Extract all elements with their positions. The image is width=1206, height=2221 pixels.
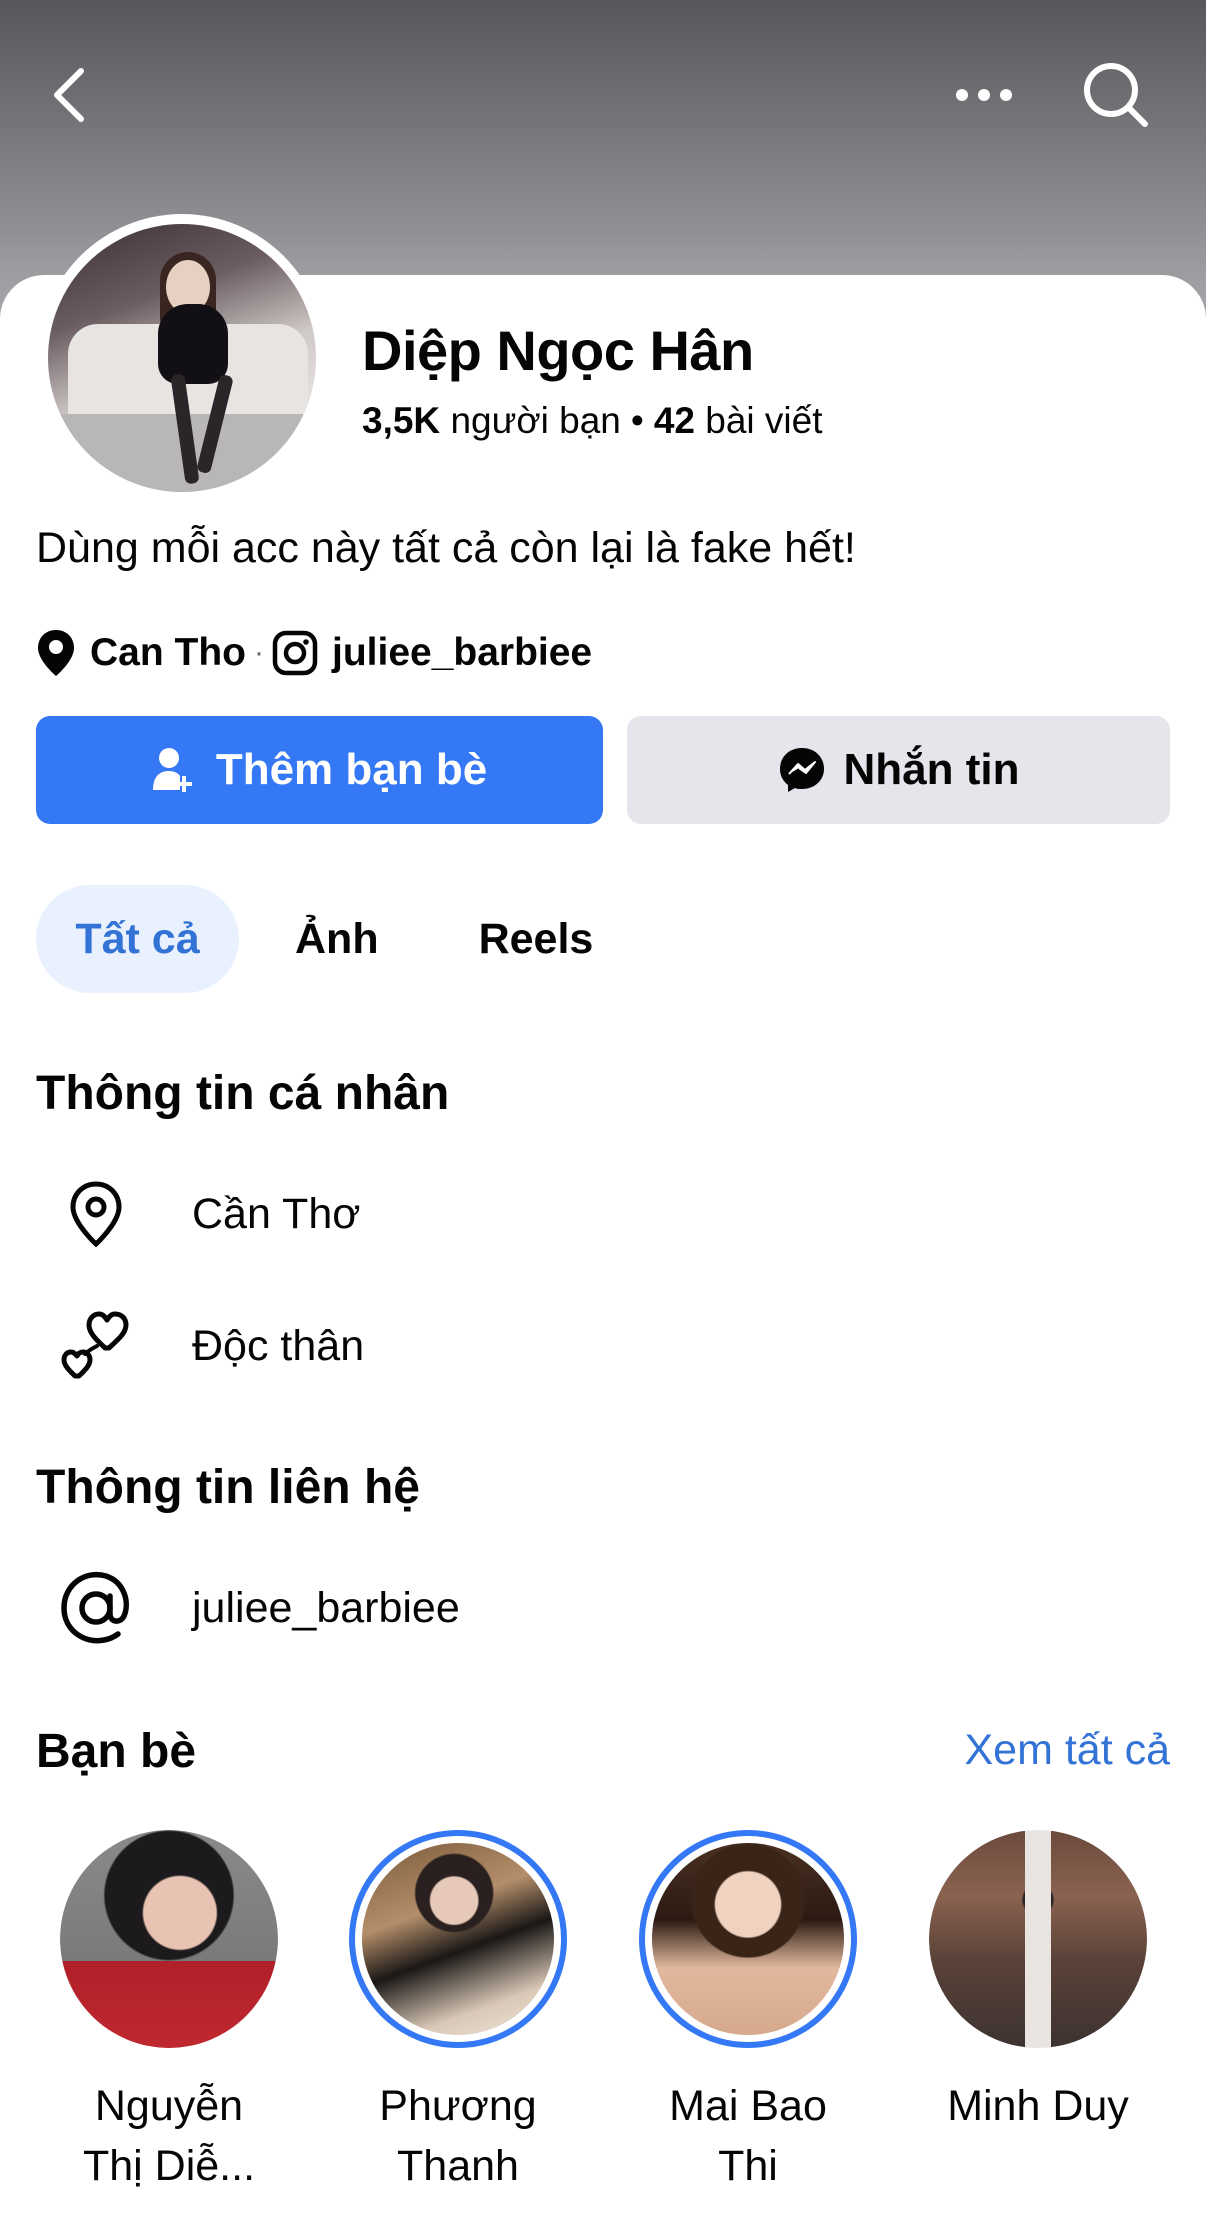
- more-dots-icon: [956, 89, 1012, 101]
- posts-count: 42: [653, 400, 695, 441]
- profile-stats: 3,5K người bạn • 42 bài viết: [362, 400, 823, 441]
- at-sign-icon: [61, 1571, 129, 1644]
- messenger-icon: [779, 748, 824, 792]
- profile-meta: Can Tho · juliee_barbiee: [36, 626, 592, 680]
- posts-label: bài viết: [705, 400, 823, 441]
- instagram-icon: [272, 630, 318, 676]
- profile-avatar[interactable]: [48, 224, 316, 492]
- location-text: Can Tho: [90, 631, 246, 674]
- profile-name: Diệp Ngọc Hân: [362, 319, 754, 382]
- hearts-icon: [61, 1311, 129, 1379]
- info-relationship-text: Độc thân: [192, 1321, 365, 1370]
- info-row-instagram[interactable]: juliee_barbiee: [36, 1568, 460, 1648]
- friend-avatar: [60, 1830, 278, 2048]
- friend-name: Nguyễn Thị Diễ...: [82, 2082, 256, 2190]
- tab-photos[interactable]: Ảnh: [295, 885, 379, 993]
- more-options-button[interactable]: [939, 50, 1029, 140]
- tab-reels[interactable]: Reels: [479, 885, 594, 993]
- info-location-text: Cần Thơ: [192, 1189, 361, 1238]
- add-friend-label: Thêm bạn bè: [215, 745, 488, 794]
- friend-item[interactable]: Mai Bao Thi: [628, 1830, 868, 2196]
- friend-item[interactable]: Nguyễn Thị Diễ...: [49, 1830, 289, 2196]
- search-icon: [1084, 63, 1148, 127]
- friend-name: Minh Duy: [947, 2082, 1129, 2130]
- message-button[interactable]: Nhắn tin: [627, 716, 1170, 824]
- tab-all[interactable]: Tất cả: [36, 885, 239, 993]
- instagram-handle[interactable]: juliee_barbiee: [332, 631, 592, 675]
- location-pin-icon: [70, 1181, 122, 1248]
- friend-name: Phương Thanh: [379, 2082, 537, 2190]
- friends-count[interactable]: 3,5K: [362, 400, 440, 441]
- add-friend-button[interactable]: Thêm bạn bè: [36, 716, 603, 824]
- friend-avatar-story: [349, 1830, 567, 2048]
- see-all-friends-link[interactable]: Xem tất cả: [964, 1726, 1170, 1775]
- add-person-icon: [152, 748, 192, 792]
- profile-tabs: Tất cả Ảnh Reels: [36, 885, 593, 993]
- friends-title: Bạn bè: [36, 1725, 197, 1778]
- location-pin-filled-icon: [38, 630, 74, 676]
- friend-avatar: [929, 1830, 1147, 2048]
- info-row-relationship[interactable]: Độc thân: [36, 1306, 364, 1386]
- contact-instagram-text: juliee_barbiee: [192, 1583, 460, 1632]
- friend-name: Mai Bao Thi: [669, 2082, 827, 2190]
- friend-item[interactable]: Phương Thanh: [338, 1830, 578, 2196]
- profile-bio: Dùng mỗi acc này tất cả còn lại là fake …: [36, 524, 856, 572]
- friend-avatar-story: [639, 1830, 857, 2048]
- message-label: Nhắn tin: [843, 745, 1020, 794]
- personal-info-title: Thông tin cá nhân: [36, 1067, 450, 1120]
- back-arrow-icon: [54, 68, 84, 122]
- search-button[interactable]: [1071, 50, 1161, 140]
- friends-label[interactable]: người bạn: [450, 400, 620, 441]
- info-row-location[interactable]: Cần Thơ: [36, 1174, 360, 1254]
- back-button[interactable]: [24, 50, 114, 140]
- contact-info-title: Thông tin liên hệ: [36, 1461, 420, 1514]
- friend-item[interactable]: Minh Duy: [918, 1830, 1158, 2136]
